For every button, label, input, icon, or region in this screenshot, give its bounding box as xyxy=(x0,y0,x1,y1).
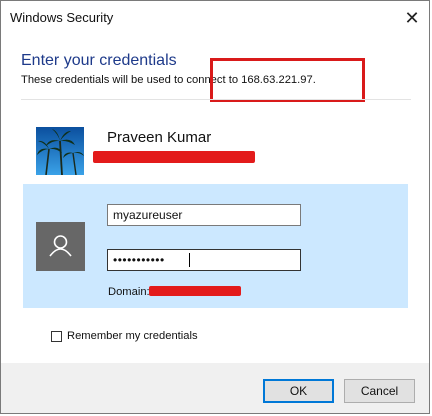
dialog-heading: Enter your credentials xyxy=(21,52,177,69)
generic-user-avatar xyxy=(36,222,85,271)
window-title: Windows Security xyxy=(10,10,114,25)
close-icon[interactable]: ✕ xyxy=(401,7,423,29)
saved-user-name[interactable]: Praveen Kumar xyxy=(107,129,211,146)
user-avatar-photo[interactable] xyxy=(36,127,84,175)
title-bar: Windows Security ✕ xyxy=(1,1,429,35)
cancel-button[interactable]: Cancel xyxy=(344,379,415,403)
domain-label: Domain: xyxy=(108,286,150,298)
password-input[interactable] xyxy=(107,249,301,271)
remember-checkbox[interactable] xyxy=(51,330,62,342)
text-caret xyxy=(189,253,190,267)
redaction-mark xyxy=(149,286,241,296)
remember-label: Remember my credentials xyxy=(67,330,198,342)
palm-tree-photo-icon xyxy=(36,127,84,175)
ok-button[interactable]: OK xyxy=(263,379,334,403)
username-input[interactable] xyxy=(107,204,301,226)
user-icon xyxy=(49,235,72,257)
highlight-annotation xyxy=(210,58,365,102)
credentials-dialog: Windows Security ✕ Enter your credential… xyxy=(0,0,430,414)
redaction-mark xyxy=(93,151,255,163)
divider xyxy=(21,99,411,100)
remember-credentials-option[interactable]: Remember my credentials xyxy=(51,330,198,342)
